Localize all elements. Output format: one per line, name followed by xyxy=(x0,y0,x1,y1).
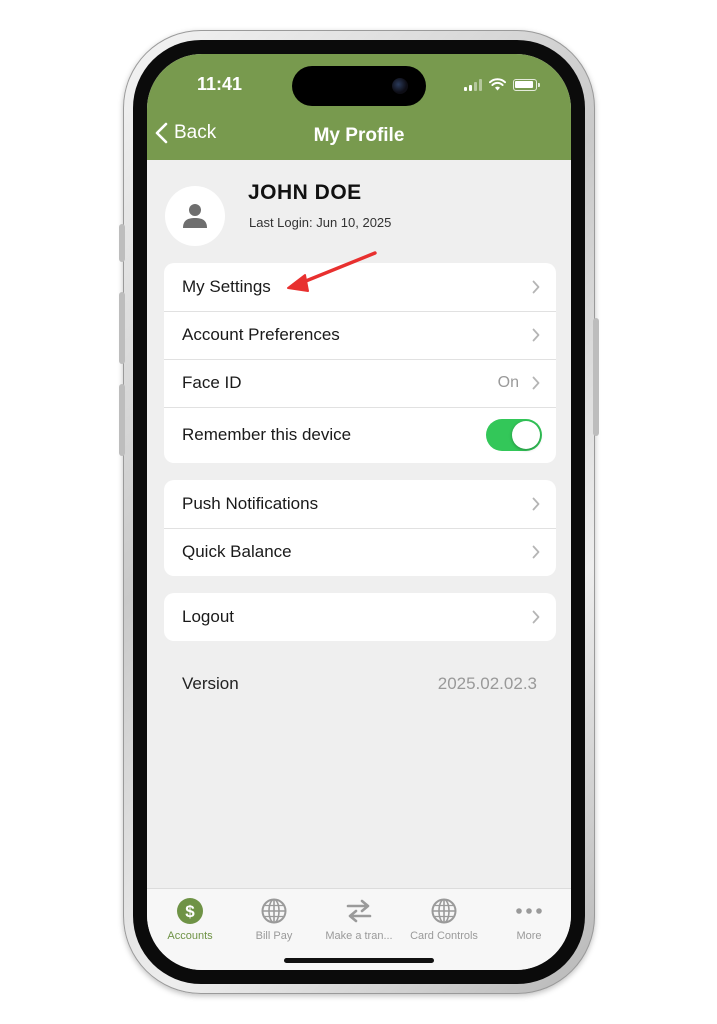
volume-down-button xyxy=(119,384,125,456)
cellular-signal-icon xyxy=(464,79,482,91)
row-label: Remember this device xyxy=(182,425,352,444)
tab-label: Bill Pay xyxy=(255,930,293,942)
more-dots-icon xyxy=(516,908,542,914)
tab-label: Make a tran... xyxy=(325,930,393,942)
logout-row[interactable]: Logout xyxy=(164,593,556,641)
row-label: Logout xyxy=(182,607,234,626)
tab-make-a-transfer[interactable]: Make a tran... xyxy=(316,897,402,942)
annotation-arrow-icon xyxy=(287,251,377,292)
globe-icon xyxy=(431,898,457,924)
dynamic-island xyxy=(292,66,426,106)
avatar[interactable] xyxy=(165,186,225,246)
tab-accounts[interactable]: $ Accounts xyxy=(147,897,233,942)
tab-label: More xyxy=(516,930,542,942)
row-label: My Settings xyxy=(182,277,271,296)
app-screen: 11:41 Back My Profile JOHN DOE Last Logi… xyxy=(147,54,571,970)
camera-icon xyxy=(392,78,408,94)
notifications-group: Push Notifications Quick Balance xyxy=(164,480,556,576)
chevron-right-icon xyxy=(532,328,540,342)
chevron-right-icon xyxy=(532,280,540,294)
row-label: Quick Balance xyxy=(182,542,292,561)
tab-label: Card Controls xyxy=(410,930,478,942)
user-name: JOHN DOE xyxy=(248,181,362,204)
page-title: My Profile xyxy=(313,125,405,146)
account-preferences-row[interactable]: Account Preferences xyxy=(164,311,556,359)
version-value: 2025.02.02.3 xyxy=(437,674,537,693)
chevron-right-icon xyxy=(532,376,540,390)
status-time: 11:41 xyxy=(197,74,243,94)
chevron-right-icon xyxy=(532,497,540,511)
status-icons xyxy=(464,78,540,91)
svg-text:$: $ xyxy=(185,902,195,921)
tab-label: Accounts xyxy=(167,930,213,942)
version-label: Version xyxy=(182,674,239,693)
push-notifications-row[interactable]: Push Notifications xyxy=(164,480,556,528)
home-indicator[interactable] xyxy=(284,958,434,963)
row-label: Face ID xyxy=(182,373,242,392)
toggle-knob xyxy=(512,421,540,449)
power-button xyxy=(593,318,599,436)
person-icon xyxy=(183,204,207,228)
transfer-arrows-icon xyxy=(346,899,372,923)
last-login: Last Login: Jun 10, 2025 xyxy=(249,215,392,230)
face-id-value: On xyxy=(497,374,519,391)
chevron-right-icon xyxy=(532,610,540,624)
quick-balance-row[interactable]: Quick Balance xyxy=(164,528,556,576)
remember-device-row: Remember this device xyxy=(164,407,556,463)
globe-icon xyxy=(261,898,287,924)
app-header: 11:41 Back My Profile xyxy=(147,54,571,160)
remember-device-toggle[interactable] xyxy=(486,419,542,451)
row-label: Push Notifications xyxy=(182,494,319,513)
volume-up-button xyxy=(119,292,125,364)
dollar-icon: $ xyxy=(177,898,203,924)
face-id-row[interactable]: Face ID On xyxy=(164,359,556,407)
tab-more[interactable]: More xyxy=(486,897,571,942)
wifi-icon xyxy=(489,78,506,91)
logout-group: Logout xyxy=(164,593,556,641)
battery-icon xyxy=(513,79,540,91)
chevron-right-icon xyxy=(532,545,540,559)
action-button xyxy=(119,224,125,262)
tab-bill-pay[interactable]: Bill Pay xyxy=(231,897,317,942)
row-label: Account Preferences xyxy=(182,325,340,344)
tab-card-controls[interactable]: Card Controls xyxy=(401,897,487,942)
